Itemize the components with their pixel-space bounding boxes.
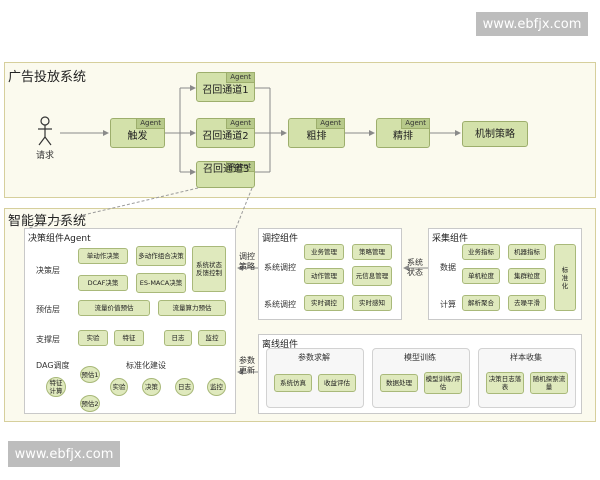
log-box: 日志 <box>164 330 192 346</box>
agent-tag: Agent <box>226 118 255 129</box>
dag-experiment-circle: 实验 <box>110 378 128 396</box>
realtime-sensing-box: 实时感知 <box>352 295 392 311</box>
collect-component-title: 采集组件 <box>432 234 469 244</box>
rough-rank-label: 粗排 <box>306 130 327 142</box>
multi-action-decision-box: 多动作组合决策 <box>136 246 186 266</box>
model-train-eval-box: 模型训练/评估 <box>424 372 462 394</box>
trigger-node: Agent 触发 <box>110 118 165 148</box>
feature-box: 特征 <box>114 330 144 346</box>
agent-tag: Agent <box>136 118 165 129</box>
experiment-box: 实验 <box>78 330 108 346</box>
system-state-label: 系统状态 <box>407 258 423 277</box>
action-management-box: 动作管理 <box>304 268 344 284</box>
random-explore-traffic-box: 随机探索流量 <box>530 372 568 394</box>
dag-monitor-circle: 监控 <box>207 378 226 396</box>
dag-schedule-label: DAG调度 <box>36 361 70 370</box>
system-simulation-box: 系统仿真 <box>274 374 312 392</box>
parse-aggregate-box: 解析聚合 <box>462 295 500 311</box>
dag-log-circle: 日志 <box>175 378 194 396</box>
control-row-1-label: 系统调控 <box>264 263 296 272</box>
estimate-1-circle: 预估1 <box>80 366 100 383</box>
fine-rank-node: Agent 精排 <box>376 118 430 148</box>
decision-agent-title: 决策组件Agent <box>28 234 91 244</box>
standardization-label: 标准化建设 <box>126 361 166 370</box>
agent-tag: Agent <box>401 118 430 129</box>
machine-metric-box: 机器指标 <box>508 244 546 260</box>
policy-management-box: 策略管理 <box>352 244 392 260</box>
business-management-box: 业务管理 <box>304 244 344 260</box>
sample-collection-title: 样本收集 <box>510 353 542 362</box>
traffic-value-estimate-box: 流量价值预估 <box>78 300 150 316</box>
model-training-title: 模型训练 <box>404 353 436 362</box>
cluster-grain-box: 集群粒度 <box>508 268 546 284</box>
single-action-decision-box: 单动作决策 <box>78 248 128 264</box>
business-metric-box: 业务指标 <box>462 244 500 260</box>
mechanism-node: 机制策略 <box>462 121 528 147</box>
recall-2-label: 召回通道2 <box>202 130 249 142</box>
decision-layer-label: 决策层 <box>36 266 60 275</box>
control-row-2-label: 系统调控 <box>264 300 296 309</box>
feature-calc-circle: 特征计算 <box>46 377 66 397</box>
agent-tag: Agent <box>226 72 255 83</box>
control-component-title: 调控组件 <box>262 234 299 244</box>
monitor-box: 监控 <box>198 330 226 346</box>
trigger-label: 触发 <box>127 130 148 142</box>
fine-rank-label: 精排 <box>393 130 413 142</box>
dag-decision-circle: 决策 <box>142 378 161 396</box>
recall-3-label: 召回通道3 <box>203 164 250 175</box>
recall-3-node: Agent 召回通道3 <box>196 161 255 188</box>
estimate-2-circle: 预估2 <box>80 395 100 412</box>
recall-1-node: Agent 召回通道1 <box>196 72 255 102</box>
support-layer-label: 支撑层 <box>36 335 60 344</box>
realtime-control-box: 实时调控 <box>304 295 344 311</box>
recall-2-node: Agent 召回通道2 <box>196 118 255 148</box>
denoise-smooth-box: 去噪平滑 <box>508 295 546 311</box>
standardize-box: 标准化 <box>554 244 576 311</box>
param-update-label: 参数更新 <box>239 356 255 375</box>
traffic-compute-estimate-box: 流量算力预估 <box>158 300 226 316</box>
data-processing-box: 数据处理 <box>380 374 418 392</box>
collect-calc-label: 计算 <box>440 300 456 309</box>
single-machine-grain-box: 单机粒度 <box>462 268 500 284</box>
estimate-layer-label: 预估层 <box>36 305 60 314</box>
user-label: 请求 <box>36 151 55 161</box>
revenue-evaluation-box: 收益评估 <box>318 374 356 392</box>
system-state-feedback-box: 系统状态反馈控制 <box>192 246 226 292</box>
agent-tag: Agent <box>316 118 345 129</box>
recall-1-label: 召回通道1 <box>202 84 249 96</box>
dcaf-decision-box: DCAF决策 <box>78 275 128 291</box>
collect-data-label: 数据 <box>440 263 456 272</box>
meta-management-box: 元信息管理 <box>352 266 392 286</box>
es-maca-decision-box: ES-MACA决策 <box>136 273 186 293</box>
param-solve-title: 参数求解 <box>298 353 330 362</box>
mechanism-label: 机制策略 <box>475 128 515 140</box>
control-policy-label: 调控策略 <box>239 252 255 271</box>
rough-rank-node: Agent 粗排 <box>288 118 345 148</box>
decision-log-table-box: 决策日志落表 <box>486 372 524 394</box>
